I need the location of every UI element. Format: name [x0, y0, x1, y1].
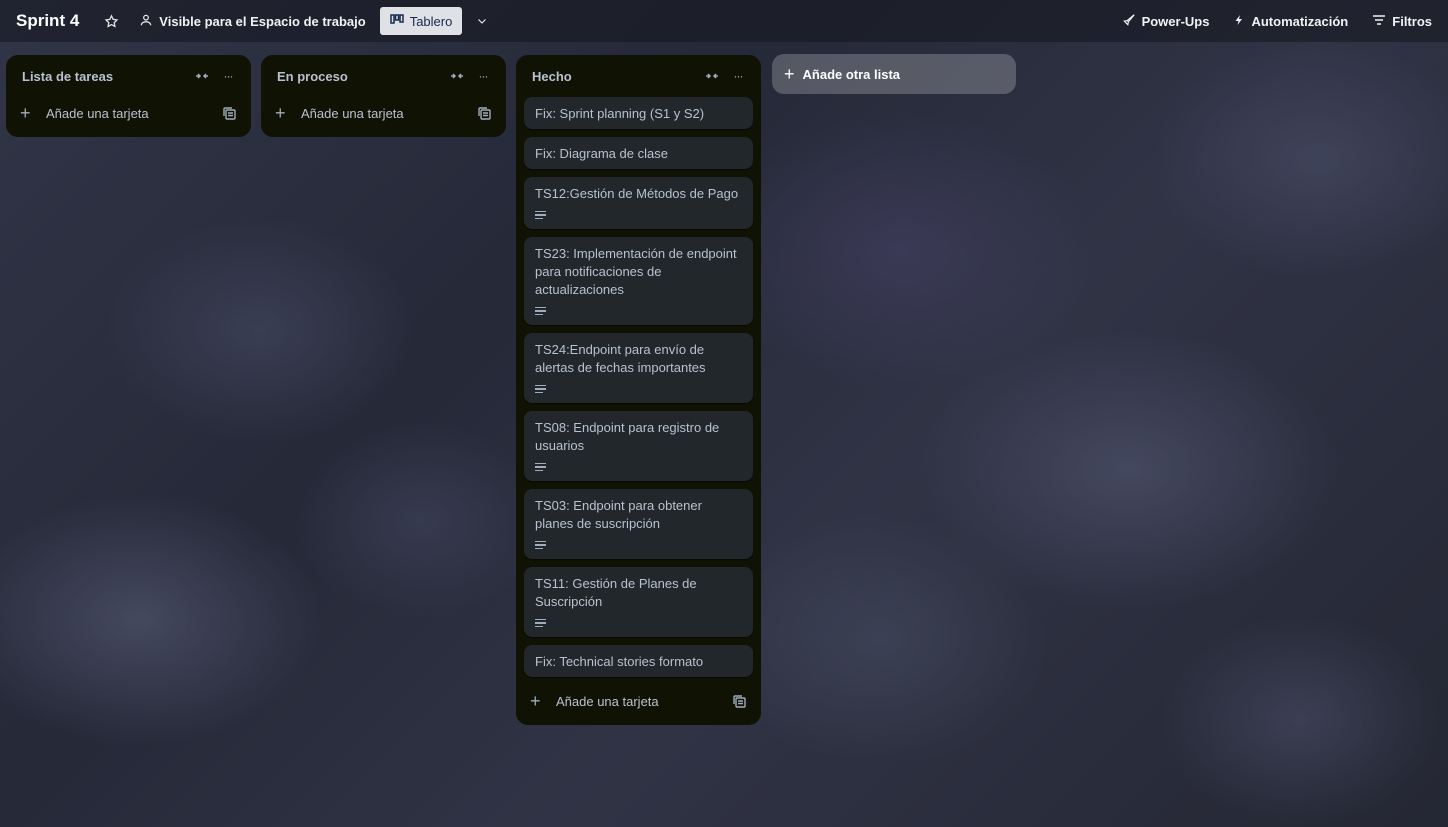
list-header: En proceso ···: [269, 55, 498, 97]
list-title[interactable]: Lista de tareas: [22, 69, 189, 84]
card-badges: [535, 303, 741, 319]
more-icon[interactable]: ···: [470, 63, 496, 89]
description-icon: [535, 539, 546, 552]
card[interactable]: TS11: Gestión de Planes de Suscripción: [524, 567, 753, 637]
card[interactable]: TS12:Gestión de Métodos de Pago: [524, 177, 753, 229]
description-icon: [535, 305, 546, 318]
card-badges: [535, 615, 741, 631]
card-template-icon[interactable]: [729, 691, 749, 711]
view-button[interactable]: Tablero: [379, 7, 463, 35]
card-template-icon[interactable]: [219, 103, 239, 123]
people-icon: [139, 13, 153, 30]
card-title: Fix: Technical stories formato: [535, 654, 704, 669]
chevron-down-icon[interactable]: [468, 7, 496, 35]
list-header: Hecho ···: [524, 55, 753, 97]
card[interactable]: TS08: Endpoint para registro de usuarios: [524, 411, 753, 481]
description-icon: [535, 383, 546, 396]
card[interactable]: Fix: Diagrama de clase: [524, 137, 753, 169]
card-title: TS03: Endpoint para obtener planes de su…: [535, 498, 702, 531]
card[interactable]: Fix: Technical stories formato: [524, 645, 753, 677]
collapse-list-icon[interactable]: [699, 63, 725, 89]
more-icon[interactable]: ···: [215, 63, 241, 89]
powerups-label: Power-Ups: [1141, 13, 1210, 29]
card[interactable]: TS24:Endpoint para envío de alertas de f…: [524, 333, 753, 403]
lightning-icon: [1233, 13, 1245, 30]
card-title: TS11: Gestión de Planes de Suscripción: [535, 576, 697, 609]
list-header: Lista de tareas ···: [14, 55, 243, 97]
automation-button[interactable]: Automatización: [1225, 7, 1356, 35]
add-card-label: Añade una tarjeta: [46, 105, 149, 121]
card-badges: [535, 381, 741, 397]
list-title[interactable]: Hecho: [532, 69, 699, 84]
add-card-label: Añade una tarjeta: [556, 693, 659, 709]
more-icon[interactable]: ···: [725, 63, 751, 89]
powerups-button[interactable]: Power-Ups: [1114, 7, 1218, 35]
board-title[interactable]: Sprint 4: [16, 11, 79, 31]
filters-label: Filtros: [1392, 13, 1432, 29]
plus-icon: +: [784, 64, 795, 84]
card-badges: [535, 207, 741, 223]
card-title: TS12:Gestión de Métodos de Pago: [535, 186, 739, 201]
card[interactable]: TS23: Implementación de endpoint para no…: [524, 237, 753, 325]
list-lista-de-tareas: Lista de tareas ··· + Añade una tarjeta: [6, 55, 251, 137]
star-icon[interactable]: [97, 7, 125, 35]
rocket-icon: [1122, 13, 1136, 30]
add-card-label: Añade una tarjeta: [301, 105, 404, 121]
add-card-button[interactable]: + Añade una tarjeta: [14, 97, 243, 129]
card-title: TS08: Endpoint para registro de usuarios: [535, 420, 720, 453]
list-hecho: Hecho ··· Fix: Sprint planning (S1 y S2)…: [516, 55, 761, 725]
card-title: Fix: Sprint planning (S1 y S2): [535, 106, 705, 121]
add-card-button[interactable]: + Añade una tarjeta: [524, 685, 753, 717]
description-icon: [535, 209, 546, 222]
card-list: Fix: Sprint planning (S1 y S2) Fix: Diagr…: [524, 97, 753, 677]
add-list-button[interactable]: + Añade otra lista: [772, 54, 1016, 94]
visibility-button[interactable]: Visible para el Espacio de trabajo: [131, 7, 373, 35]
automation-label: Automatización: [1251, 13, 1349, 29]
card-title: TS23: Implementación de endpoint para no…: [535, 246, 737, 297]
list-title[interactable]: En proceso: [277, 69, 444, 84]
collapse-list-icon[interactable]: [444, 63, 470, 89]
card[interactable]: TS03: Endpoint para obtener planes de su…: [524, 489, 753, 559]
add-list-label: Añade otra lista: [802, 66, 901, 82]
card-title: Fix: Diagrama de clase: [535, 146, 668, 161]
card-template-icon[interactable]: [474, 103, 494, 123]
plus-icon: +: [275, 103, 286, 123]
list-en-proceso: En proceso ··· + Añade una tarjeta: [261, 55, 506, 137]
board-icon: [389, 13, 404, 29]
filters-button[interactable]: Filtros: [1364, 7, 1440, 35]
plus-icon: +: [20, 103, 31, 123]
board-header: Sprint 4 Visible para el Espacio de trab…: [0, 0, 1448, 42]
card-badges: [535, 459, 741, 475]
collapse-list-icon[interactable]: [189, 63, 215, 89]
card-title: TS24:Endpoint para envío de alertas de f…: [535, 342, 706, 375]
filter-icon: [1372, 14, 1386, 29]
card-badges: [535, 537, 741, 553]
description-icon: [535, 461, 546, 474]
plus-icon: +: [530, 691, 541, 711]
visibility-label: Visible para el Espacio de trabajo: [159, 13, 366, 29]
description-icon: [535, 617, 546, 630]
card[interactable]: Fix: Sprint planning (S1 y S2): [524, 97, 753, 129]
view-label: Tablero: [409, 13, 453, 29]
add-card-button[interactable]: + Añade una tarjeta: [269, 97, 498, 129]
